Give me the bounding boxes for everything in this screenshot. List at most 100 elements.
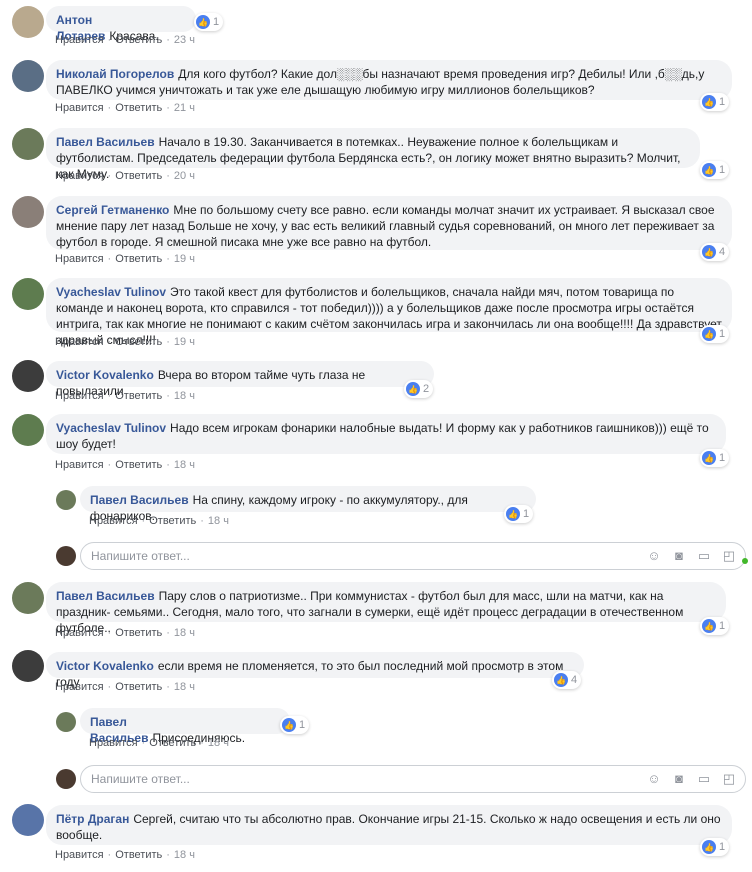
comment-author[interactable]: Николай Погорелов bbox=[56, 67, 174, 81]
reply-placeholder: Напишите ответ... bbox=[91, 549, 190, 563]
reaction-count[interactable]: 👍 4 bbox=[552, 671, 582, 689]
reaction-count[interactable]: 👍 1 bbox=[700, 325, 730, 343]
like-link[interactable]: Нравится bbox=[55, 253, 104, 265]
avatar[interactable] bbox=[12, 60, 44, 92]
comment-bubble: Павел Васильев На спину, каждому игроку -… bbox=[80, 486, 536, 523]
comment-time[interactable]: 19 ч bbox=[174, 336, 195, 348]
comment-time[interactable]: 18 ч bbox=[174, 681, 195, 693]
reply-link[interactable]: Ответить bbox=[115, 336, 162, 348]
comment-time[interactable]: 18 ч bbox=[208, 515, 229, 527]
comment-bubble: Антон Лотарев Красава. bbox=[46, 6, 196, 43]
comment-time[interactable]: 18 ч bbox=[174, 849, 195, 861]
comment-time[interactable]: 19 ч bbox=[174, 253, 195, 265]
reaction-count[interactable]: 👍 1 bbox=[700, 838, 730, 856]
like-icon: 👍 bbox=[702, 95, 716, 109]
reaction-count[interactable]: 👍 1 bbox=[700, 161, 730, 179]
reply-link[interactable]: Ответить bbox=[115, 681, 162, 693]
like-link[interactable]: Нравится bbox=[89, 515, 138, 527]
emoji-icon[interactable]: ☺ bbox=[646, 771, 662, 787]
like-link[interactable]: Нравится bbox=[89, 737, 138, 749]
comment-author[interactable]: Павел Васильев bbox=[56, 589, 155, 603]
avatar[interactable] bbox=[12, 6, 44, 38]
reply-link[interactable]: Ответить bbox=[115, 627, 162, 639]
reply-link[interactable]: Ответить bbox=[115, 253, 162, 265]
comment-time[interactable]: 21 ч bbox=[174, 102, 195, 114]
like-icon: 👍 bbox=[702, 245, 716, 259]
reply-link[interactable]: Ответить bbox=[115, 459, 162, 471]
reply-link[interactable]: Ответить bbox=[115, 390, 162, 402]
reaction-count[interactable]: 👍 1 bbox=[700, 93, 730, 111]
comment-actions: Нравится · Ответить · 21 ч bbox=[55, 102, 195, 114]
sticker-icon[interactable]: ◰ bbox=[721, 548, 737, 564]
reply-link[interactable]: Ответить bbox=[115, 170, 162, 182]
gif-icon[interactable]: ▭ bbox=[696, 548, 712, 564]
avatar[interactable] bbox=[12, 196, 44, 228]
comment-author[interactable]: Vyacheslav Tulinov bbox=[56, 421, 166, 435]
comment-actions: Нравится · Ответить · 18 ч bbox=[55, 627, 195, 639]
comment-author[interactable]: Павел Васильев bbox=[56, 135, 155, 149]
comment-bubble: Victor Kovalenko Вчера во втором тайме чу… bbox=[46, 361, 434, 398]
like-link[interactable]: Нравится bbox=[55, 336, 104, 348]
like-link[interactable]: Нравится bbox=[55, 34, 104, 46]
camera-icon[interactable]: ◙ bbox=[671, 771, 687, 787]
camera-icon[interactable]: ◙ bbox=[671, 548, 687, 564]
like-link[interactable]: Нравится bbox=[55, 102, 104, 114]
like-icon: 👍 bbox=[282, 718, 296, 732]
avatar bbox=[56, 546, 76, 566]
like-link[interactable]: Нравится bbox=[55, 681, 104, 693]
avatar[interactable] bbox=[12, 804, 44, 836]
sticker-icon[interactable]: ◰ bbox=[721, 771, 737, 787]
reply-link[interactable]: Ответить bbox=[115, 34, 162, 46]
avatar[interactable] bbox=[12, 278, 44, 310]
comment-time[interactable]: 18 ч bbox=[174, 459, 195, 471]
reply-input[interactable]: Напишите ответ... ☺ ◙ ▭ ◰ bbox=[80, 542, 746, 570]
emoji-icon[interactable]: ☺ bbox=[646, 548, 662, 564]
reply-link[interactable]: Ответить bbox=[115, 849, 162, 861]
comment-bubble: Павел Васильев Начало в 19.30. Заканчивае… bbox=[46, 128, 700, 181]
like-icon: 👍 bbox=[196, 15, 210, 29]
reaction-count[interactable]: 👍 2 bbox=[404, 380, 434, 398]
comment-time[interactable]: 20 ч bbox=[174, 170, 195, 182]
comment-time[interactable]: 18 ч bbox=[174, 627, 195, 639]
reaction-count[interactable]: 👍 1 bbox=[280, 716, 310, 734]
comment-bubble: Victor Kovalenko если время не пломеняетс… bbox=[46, 652, 584, 689]
comment-time[interactable]: 18 ч bbox=[174, 390, 195, 402]
avatar[interactable] bbox=[12, 650, 44, 682]
avatar[interactable] bbox=[12, 128, 44, 160]
gif-icon[interactable]: ▭ bbox=[696, 771, 712, 787]
comment-time[interactable]: 23 ч bbox=[174, 34, 195, 46]
like-link[interactable]: Нравится bbox=[55, 170, 104, 182]
avatar[interactable] bbox=[12, 414, 44, 446]
comment-author[interactable]: Victor Kovalenko bbox=[56, 659, 154, 673]
comment-author[interactable]: Vyacheslav Tulinov bbox=[56, 285, 166, 299]
reaction-count[interactable]: 👍 1 bbox=[700, 449, 730, 467]
like-link[interactable]: Нравится bbox=[55, 459, 104, 471]
comment-author[interactable]: Сергей Гетманенко bbox=[56, 203, 169, 217]
avatar[interactable] bbox=[56, 490, 76, 510]
avatar[interactable] bbox=[12, 582, 44, 614]
avatar[interactable] bbox=[12, 360, 44, 392]
comment-actions: Нравится · Ответить · 23 ч bbox=[55, 34, 195, 46]
like-icon: 👍 bbox=[406, 382, 420, 396]
comment-bubble: Vyacheslav Tulinov Надо всем игрокам фона… bbox=[46, 414, 726, 454]
like-link[interactable]: Нравится bbox=[55, 390, 104, 402]
reply-link[interactable]: Ответить bbox=[149, 737, 196, 749]
comment-bubble: Vyacheslav Tulinov Это такой квест для фу… bbox=[46, 278, 732, 347]
comment-author[interactable]: Пётр Драган bbox=[56, 812, 129, 826]
avatar[interactable] bbox=[56, 712, 76, 732]
reaction-count[interactable]: 👍 1 bbox=[700, 617, 730, 635]
comment-actions: Нравится · Ответить · 18 ч bbox=[55, 849, 195, 861]
reaction-count[interactable]: 👍 1 bbox=[194, 13, 224, 31]
comment-author[interactable]: Павел Васильев bbox=[90, 493, 189, 507]
comment-author[interactable]: Victor Kovalenko bbox=[56, 368, 154, 382]
reply-link[interactable]: Ответить bbox=[149, 515, 196, 527]
reply-link[interactable]: Ответить bbox=[115, 102, 162, 114]
reaction-count[interactable]: 👍 4 bbox=[700, 243, 730, 261]
comment-time[interactable]: 18 ч bbox=[208, 737, 229, 749]
reaction-count[interactable]: 👍 1 bbox=[504, 505, 534, 523]
like-link[interactable]: Нравится bbox=[55, 627, 104, 639]
comment-actions: Нравится · Ответить · 18 ч bbox=[55, 390, 195, 402]
reply-input[interactable]: Напишите ответ... ☺ ◙ ▭ ◰ bbox=[80, 765, 746, 793]
like-link[interactable]: Нравится bbox=[55, 849, 104, 861]
like-icon: 👍 bbox=[554, 673, 568, 687]
